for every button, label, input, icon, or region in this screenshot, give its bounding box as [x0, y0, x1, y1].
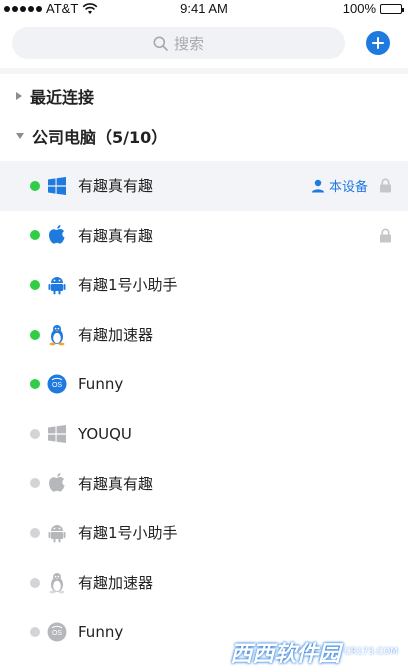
- add-device-button[interactable]: [366, 31, 390, 55]
- group-header-company[interactable]: 公司电脑（5/10）: [0, 121, 408, 151]
- group-header-recent[interactable]: 最近连接: [0, 81, 408, 111]
- this-device-badge: 本设备: [311, 176, 368, 195]
- apple-icon: [46, 224, 68, 246]
- device-name: 有趣1号小助手: [78, 276, 178, 295]
- battery-icon: [380, 3, 404, 14]
- search-icon: [153, 36, 168, 51]
- row-trailing: [378, 211, 392, 261]
- device-row[interactable]: 有趣真有趣: [0, 459, 408, 509]
- apple-icon: [46, 472, 68, 494]
- lock-icon: [378, 178, 392, 194]
- user-icon: [311, 179, 325, 193]
- status-right: 100%: [342, 1, 404, 16]
- device-name: Funny: [78, 375, 124, 394]
- device-name: 有趣1号小助手: [78, 524, 178, 543]
- chrome-os-icon: OS: [46, 373, 68, 395]
- android-icon: [46, 274, 68, 296]
- device-name: YOUQU: [78, 424, 132, 443]
- watermark-brand: 西西软件园: [230, 642, 341, 667]
- offline-status-dot: [30, 577, 40, 588]
- online-status-dot: [30, 279, 40, 290]
- device-row[interactable]: 有趣真有趣: [0, 211, 408, 261]
- device-row[interactable]: 有趣加速器: [0, 558, 408, 608]
- status-bar: AT&T 9:41 AM 100%: [0, 0, 408, 18]
- windows-icon: [46, 423, 68, 445]
- device-row[interactable]: YOUQU: [0, 409, 408, 459]
- expanded-arrow-icon: [16, 133, 24, 139]
- device-name: Funny: [78, 623, 124, 642]
- header-divider: [0, 68, 408, 74]
- search-input[interactable]: 搜索: [12, 27, 345, 59]
- device-row[interactable]: 有趣加速器: [0, 310, 408, 360]
- svg-text:OS: OS: [52, 382, 62, 389]
- watermark-domain: CR173.COM: [344, 647, 398, 657]
- chrome-os-icon: OS: [46, 621, 68, 643]
- windows-icon: [46, 175, 68, 197]
- device-name: 有趣加速器: [78, 326, 154, 345]
- device-row[interactable]: 有趣1号小助手: [0, 260, 408, 310]
- online-status-dot: [30, 329, 40, 340]
- android-icon: [46, 522, 68, 544]
- device-name: 有趣加速器: [78, 574, 154, 593]
- offline-status-dot: [30, 428, 40, 439]
- linux-icon: [46, 572, 68, 594]
- search-placeholder: 搜索: [173, 34, 204, 53]
- device-row[interactable]: OS Funny: [0, 359, 408, 409]
- linux-icon: [46, 324, 68, 346]
- device-list: 有趣真有趣 本设备 有趣真有趣 有趣1号小助手 有趣加速器 OS Funny Y…: [0, 161, 408, 657]
- offline-status-dot: [30, 627, 40, 638]
- device-name: 有趣真有趣: [78, 177, 154, 196]
- device-name: 有趣真有趣: [78, 226, 154, 245]
- group-label: 最近连接: [30, 88, 95, 107]
- row-trailing: 本设备: [311, 161, 392, 211]
- plus-icon: [372, 37, 384, 49]
- lock-icon: [378, 227, 392, 243]
- offline-status-dot: [30, 527, 40, 538]
- device-row[interactable]: 有趣1号小助手: [0, 508, 408, 558]
- online-status-dot: [30, 230, 40, 241]
- battery-label: 100%: [342, 1, 376, 16]
- online-status-dot: [30, 180, 40, 191]
- group-label: 公司电脑（5/10）: [32, 128, 168, 147]
- svg-text:OS: OS: [52, 630, 62, 637]
- this-device-label: 本设备: [328, 180, 368, 196]
- collapsed-arrow-icon: [16, 92, 22, 100]
- offline-status-dot: [30, 478, 40, 489]
- online-status-dot: [30, 379, 40, 390]
- watermark: 西西软件园 CR173.COM: [230, 636, 398, 668]
- device-row[interactable]: 有趣真有趣 本设备: [0, 161, 408, 211]
- device-name: 有趣真有趣: [78, 474, 154, 493]
